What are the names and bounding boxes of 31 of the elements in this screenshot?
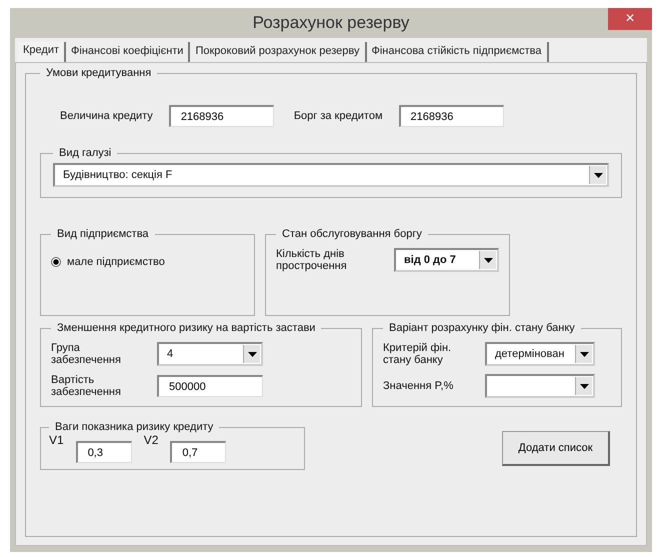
dropdown[interactable]: від 0 до 7 <box>394 248 499 272</box>
field-label: Борг за кредитом <box>294 110 383 122</box>
group-title: Умови кредитування <box>45 67 152 79</box>
group-title: Варіант розрахунку фін. стану банку <box>388 322 576 334</box>
group-title: Ваги показника ризику кредиту <box>54 421 214 433</box>
dropdown[interactable]: 4 <box>157 342 263 366</box>
group-title: Вид галузі <box>58 147 112 159</box>
field-label: Значення P,% <box>383 380 454 392</box>
field-label: Група забезпечення <box>51 342 122 366</box>
field-label: Величина кредиту <box>60 110 153 122</box>
field-label: V2 <box>144 433 158 447</box>
field-label: V1 <box>49 433 64 447</box>
field-label: Кількість днів прострочення <box>276 248 348 272</box>
group-title: Стан обслуговування боргу <box>281 228 423 240</box>
tab[interactable]: Кредит <box>18 42 66 62</box>
input-field[interactable]: 2168936 <box>168 105 274 127</box>
group-title: Зменшення кредитного ризику на вартість застави <box>56 322 316 334</box>
radio-button[interactable] <box>51 257 61 267</box>
input-field[interactable]: 500000 <box>157 375 263 397</box>
input-field[interactable]: 0,7 <box>170 441 226 463</box>
input-field[interactable]: 2168936 <box>398 105 504 127</box>
dropdown[interactable]: детермінован <box>485 342 595 366</box>
field-label: Вартість забезпечення <box>51 374 122 398</box>
window-title: Розрахунок резерву <box>252 13 410 33</box>
radio-label: мале підприємство <box>67 256 165 268</box>
add-list-button[interactable]: Додати список <box>502 431 610 466</box>
group-title: Вид підприємства <box>56 228 150 240</box>
field-label: Критерій фін. стану банку <box>383 342 452 366</box>
close-button[interactable]: × <box>608 8 652 30</box>
input-field[interactable]: 0,3 <box>76 441 132 463</box>
dropdown[interactable]: Будівництво: секція F <box>53 163 609 187</box>
